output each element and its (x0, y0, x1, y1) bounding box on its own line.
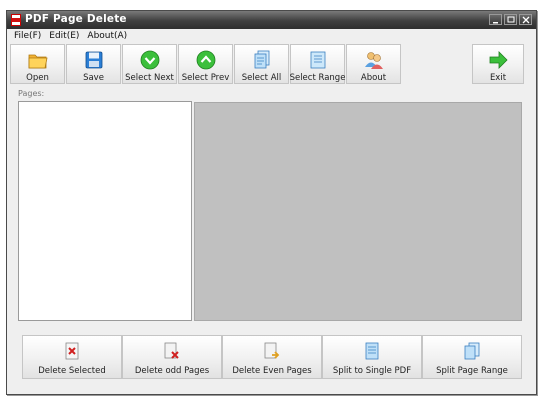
app-window: PDF Page Delete File(F) Edit(E) About(A)… (6, 10, 537, 395)
about-button[interactable]: About (346, 44, 401, 84)
select-prev-label: Select Prev (181, 73, 230, 83)
arrow-down-circle-icon (140, 50, 159, 70)
split-single-icon (365, 342, 379, 360)
menu-edit[interactable]: Edit(E) (45, 29, 83, 43)
delete-even-pages-button[interactable]: Delete Even Pages (222, 335, 322, 379)
pages-label: Pages: (18, 89, 45, 98)
exit-button[interactable]: Exit (472, 44, 524, 84)
open-label: Open (26, 73, 49, 83)
select-all-label: Select All (241, 73, 282, 83)
page-odd-delete-icon (164, 342, 179, 359)
split-to-single-pdf-button[interactable]: Split to Single PDF (322, 335, 422, 379)
pages-stack-icon (254, 50, 269, 69)
select-next-button[interactable]: Select Next (122, 44, 177, 84)
arrow-up-circle-icon (196, 50, 215, 70)
people-icon (364, 52, 383, 69)
save-button[interactable]: Save (66, 44, 121, 84)
window-title: PDF Page Delete (25, 13, 127, 25)
save-label: Save (83, 73, 104, 83)
split-page-range-button[interactable]: Split Page Range (422, 335, 522, 379)
page-delete-icon (65, 342, 79, 360)
split-range-icon (464, 342, 480, 360)
pages-list[interactable] (18, 101, 192, 321)
green-arrow-right-icon (489, 51, 508, 69)
open-button[interactable]: Open (10, 44, 65, 84)
title-bar[interactable]: PDF Page Delete (7, 11, 536, 29)
select-next-label: Select Next (125, 73, 174, 83)
folder-icon (28, 54, 47, 69)
delete-odd-pages-label: Delete odd Pages (134, 366, 210, 376)
split-to-single-pdf-label: Split to Single PDF (332, 366, 412, 376)
menu-file[interactable]: File(F) (10, 29, 45, 43)
delete-even-pages-label: Delete Even Pages (232, 366, 312, 376)
page-even-delete-icon (264, 342, 280, 359)
select-all-button[interactable]: Select All (234, 44, 289, 84)
menu-about[interactable]: About(A) (83, 29, 131, 43)
floppy-icon (85, 51, 102, 69)
maximize-icon[interactable] (504, 14, 517, 25)
delete-selected-label: Delete Selected (38, 366, 106, 376)
select-range-label: Select Range (289, 73, 346, 83)
select-prev-button[interactable]: Select Prev (178, 44, 233, 84)
page-range-icon (310, 51, 325, 69)
toolbar: Open Save Select Next Select Prev Select… (10, 44, 402, 84)
bottom-action-bar: Delete Selected Delete odd Pages Delete … (22, 335, 522, 379)
select-range-button[interactable]: Select Range (290, 44, 345, 84)
delete-selected-button[interactable]: Delete Selected (22, 335, 122, 379)
close-icon[interactable] (519, 14, 532, 25)
split-page-range-label: Split Page Range (436, 366, 508, 376)
minimize-icon[interactable] (489, 14, 502, 25)
pdf-app-icon (11, 14, 21, 26)
page-preview-area[interactable] (194, 102, 522, 321)
exit-label: Exit (489, 73, 507, 83)
delete-odd-pages-button[interactable]: Delete odd Pages (122, 335, 222, 379)
about-label: About (360, 73, 387, 83)
menu-bar: File(F) Edit(E) About(A) (7, 29, 536, 43)
